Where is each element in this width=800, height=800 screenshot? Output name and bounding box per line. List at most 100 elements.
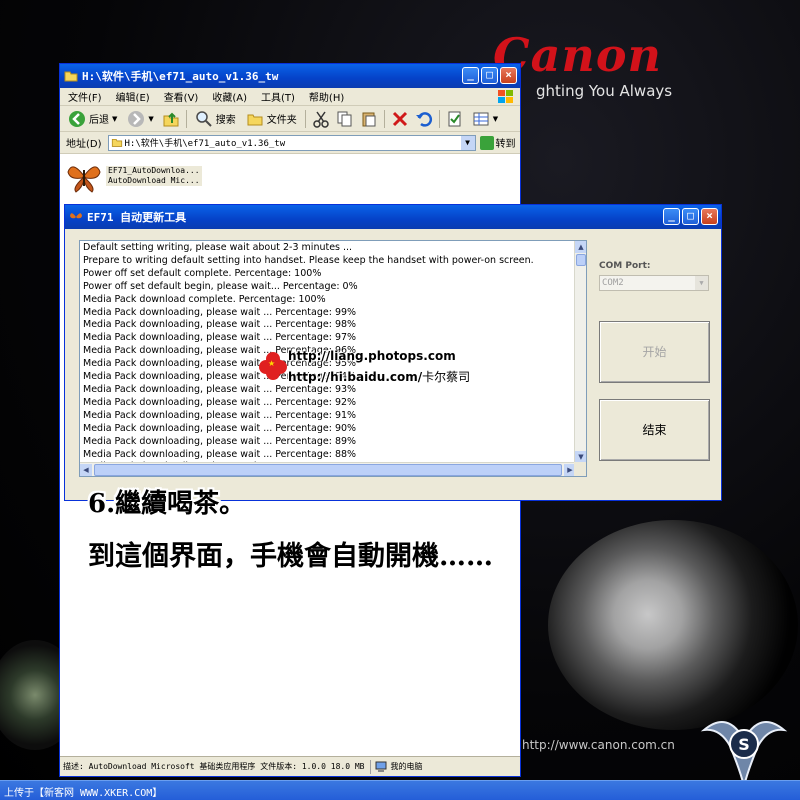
flag-flower-icon: ★ [259, 352, 287, 380]
log-line: Media Pack downloading, please wait ... … [83, 435, 357, 447]
chevron-down-icon[interactable]: ▼ [460, 135, 475, 150]
toolbar-separator [438, 109, 440, 128]
stamp-url-2: http://hi.baidu.com/卡尔蔡司 [288, 368, 470, 385]
explorer-toolbar: 后退 ▼ ▼ 搜索 文件夹 ▼ [60, 106, 520, 132]
folders-icon [247, 114, 263, 125]
end-button[interactable]: 结束 [599, 399, 710, 461]
go-label: 转到 [495, 139, 516, 150]
svg-text:★: ★ [268, 359, 275, 368]
explorer-titlebar[interactable]: H:\软件\手机\ef71_auto_v1.36_tw _ □ × [60, 64, 520, 88]
menu-help[interactable]: 帮助(H) [309, 89, 344, 104]
close-button[interactable]: × [701, 208, 718, 225]
chevron-down-icon[interactable]: ▼ [112, 115, 117, 123]
toolbar-separator [185, 109, 187, 128]
log-line: Default setting writing, please wait abo… [83, 242, 353, 253]
properties-icon[interactable] [446, 110, 464, 128]
stamp-author-name: 卡尔蔡司 [422, 370, 471, 384]
menu-bar: 文件(F) 编辑(E) 查看(V) 收藏(A) 工具(T) 帮助(H) [60, 88, 520, 106]
winged-badge-logo: S [700, 721, 788, 787]
menu-file[interactable]: 文件(F) [68, 89, 102, 104]
folders-label: 文件夹 [266, 115, 297, 126]
com-port-label: COM Port: [599, 261, 651, 271]
menu-tools[interactable]: 工具(T) [261, 89, 295, 104]
canon-slogan: ghting You Always [536, 82, 673, 100]
address-input[interactable]: H:\软件\手机\ef71_auto_v1.36_tw ▼ [107, 134, 476, 151]
step-caption: 6.繼續喝茶。 [88, 489, 246, 519]
minimize-button[interactable]: _ [663, 208, 680, 225]
maximize-button[interactable]: □ [481, 67, 498, 84]
copy-icon[interactable] [336, 110, 354, 128]
log-line: Power off set default begin, please wait… [83, 280, 358, 292]
ef71-titlebar[interactable]: EF71 自动更新工具 _ □ × [65, 205, 721, 229]
file-name: EF71_AutoDownloa... AutoDownload Mic... [106, 166, 202, 186]
vertical-scroll-thumb[interactable] [576, 254, 586, 266]
log-line: Media Pack downloading, please wait ... … [83, 319, 357, 331]
computer-icon [375, 761, 387, 772]
chevron-down-icon[interactable]: ▼ [695, 276, 708, 290]
log-line: Prepare to writing default setting into … [83, 254, 534, 266]
note-caption: 到這個界面，手機會自動開機…… [88, 541, 493, 572]
folder-icon [64, 71, 78, 82]
butterfly-app-icon [67, 166, 101, 193]
go-arrow-icon [479, 135, 494, 150]
explorer-title: H:\软件\手机\ef71_auto_v1.36_tw [82, 70, 279, 83]
ef71-title: EF71 自动更新工具 [87, 211, 187, 224]
log-line: Media Pack downloading, please wait ... … [83, 306, 357, 318]
search-button[interactable]: 搜索 [193, 108, 238, 130]
cut-icon[interactable] [312, 110, 330, 128]
svg-text:S: S [738, 735, 750, 754]
scroll-up-icon[interactable]: ▲ [575, 241, 586, 253]
log-line: Media Pack downloading, please wait ... … [83, 396, 357, 408]
forward-button[interactable]: ▼ [125, 108, 155, 130]
upload-source-text: 上传于【新客网 WWW.XKER.COM】 [4, 788, 163, 799]
search-label: 搜索 [215, 115, 236, 126]
address-label: 地址(D) [66, 139, 102, 150]
go-button[interactable]: 转到 [479, 135, 516, 150]
paste-icon[interactable] [360, 110, 378, 128]
stamp-url-1: http://liang.photops.com [288, 349, 456, 363]
scroll-left-icon[interactable]: ◀ [80, 464, 92, 476]
log-line: Media Pack downloading, please wait ... … [83, 409, 357, 421]
chevron-down-icon[interactable]: ▼ [148, 115, 153, 123]
toolbar-separator [383, 109, 385, 128]
status-bar: 描述: AutoDownload Microsoft 基础类应用程序 文件版本:… [60, 756, 520, 776]
up-folder-icon[interactable] [162, 110, 180, 128]
file-item[interactable]: EF71_AutoDownloa... AutoDownload Mic... [66, 158, 202, 194]
log-line: Media Pack downloading, please wait ... … [83, 383, 357, 395]
back-arrow-icon [69, 110, 85, 127]
chevron-down-icon[interactable]: ▼ [493, 115, 498, 123]
ef71-client-area: Default setting writing, please wait abo… [65, 229, 721, 500]
start-button[interactable]: 开始 [599, 321, 710, 383]
windows-logo-icon [498, 90, 513, 103]
address-bar: 地址(D) H:\软件\手机\ef71_auto_v1.36_tw ▼ 转到 [60, 132, 520, 154]
views-icon [473, 112, 489, 125]
views-button[interactable]: ▼ [470, 108, 500, 130]
back-button[interactable]: 后退 ▼ [66, 108, 119, 130]
horizontal-scrollbar[interactable]: ◀ ▶ [80, 462, 576, 476]
minimize-button[interactable]: _ [462, 67, 479, 84]
stamp-url-2-link: http://hi.baidu.com/ [288, 370, 423, 384]
undo-icon[interactable] [415, 110, 433, 128]
log-line: Media Pack download complete. Percentage… [83, 293, 326, 305]
horizontal-scroll-thumb[interactable] [94, 464, 562, 476]
toolbar-separator [304, 109, 306, 128]
scrollbar-corner [574, 462, 586, 476]
search-icon [196, 110, 212, 127]
file-name-line: EF71_AutoDownloa... [108, 166, 200, 175]
folder-icon [111, 138, 122, 147]
log-line: Media Pack downloading, please wait ... … [83, 422, 357, 434]
file-type-line: AutoDownload Mic... [108, 176, 200, 185]
log-line: Power off set default complete. Percenta… [83, 267, 322, 279]
forward-arrow-icon [128, 110, 145, 127]
menu-edit[interactable]: 编辑(E) [116, 89, 150, 104]
folders-button[interactable]: 文件夹 [244, 108, 299, 130]
menu-view[interactable]: 查看(V) [164, 89, 199, 104]
maximize-button[interactable]: □ [682, 208, 699, 225]
menu-favorites[interactable]: 收藏(A) [212, 89, 247, 104]
delete-icon[interactable] [391, 110, 409, 128]
status-separator [370, 759, 372, 774]
vertical-scrollbar[interactable]: ▲ ▼ [574, 241, 586, 463]
close-button[interactable]: × [500, 67, 517, 84]
com-port-select[interactable]: COM2 ▼ [599, 275, 709, 291]
status-zone: 我的电脑 [390, 762, 423, 771]
